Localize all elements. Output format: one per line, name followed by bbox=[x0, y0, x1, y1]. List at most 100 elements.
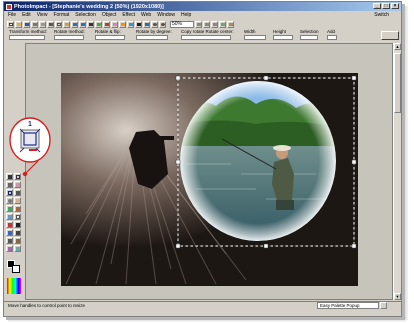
crop-tool-icon[interactable] bbox=[14, 189, 21, 196]
print-icon[interactable] bbox=[31, 20, 38, 28]
transform-tool-icon[interactable] bbox=[6, 189, 13, 196]
cut-icon[interactable] bbox=[47, 20, 54, 28]
paint-tool-icon[interactable] bbox=[6, 205, 13, 212]
handle-bottom-right[interactable] bbox=[351, 243, 357, 249]
selection-select[interactable] bbox=[300, 35, 318, 40]
fit-icon[interactable] bbox=[195, 20, 202, 28]
vertical-scrollbar[interactable]: ▲ ▼ bbox=[393, 43, 401, 300]
save-icon[interactable] bbox=[23, 20, 30, 28]
height-input[interactable] bbox=[273, 35, 293, 40]
zoom-select[interactable]: 50% bbox=[170, 20, 194, 28]
handle-left[interactable] bbox=[175, 159, 181, 165]
rotate-icon[interactable] bbox=[103, 20, 110, 28]
shape-tool-icon[interactable] bbox=[6, 229, 13, 236]
open-folder-icon[interactable] bbox=[15, 20, 22, 28]
attribute-options-button[interactable] bbox=[381, 31, 399, 40]
stamp-tool-icon[interactable] bbox=[6, 245, 13, 252]
minimize-button[interactable]: _ bbox=[373, 3, 381, 9]
copy-rotate-label: Copy rotate Rotate center: bbox=[181, 29, 234, 34]
menu-help[interactable]: Help bbox=[181, 12, 191, 19]
transform-method-label: Transform method: bbox=[9, 29, 47, 34]
status-text: Move handles to control point to resize bbox=[8, 303, 86, 308]
resize-icon[interactable] bbox=[95, 20, 102, 28]
background-color-swatch[interactable] bbox=[12, 265, 20, 273]
eraser-tool-icon[interactable] bbox=[14, 213, 21, 220]
actual-size-icon[interactable] bbox=[203, 20, 210, 28]
switch-button[interactable]: Switch bbox=[374, 12, 389, 18]
handle-right[interactable] bbox=[351, 159, 357, 165]
undo-icon[interactable] bbox=[71, 20, 78, 28]
lasso-tool-icon[interactable] bbox=[6, 181, 13, 188]
eyedropper-tool-icon[interactable] bbox=[6, 237, 13, 244]
handle-top[interactable] bbox=[263, 75, 269, 81]
handle-top-left[interactable] bbox=[175, 75, 181, 81]
handle-bottom-left[interactable] bbox=[175, 243, 181, 249]
rotate-method-select[interactable] bbox=[54, 35, 84, 40]
redo-icon[interactable] bbox=[79, 20, 86, 28]
rotate-flip-buttons[interactable] bbox=[95, 35, 125, 40]
paste-icon[interactable] bbox=[63, 20, 70, 28]
maximize-button[interactable]: □ bbox=[382, 3, 390, 9]
easy-palette-field[interactable]: Easy Palette Popup bbox=[317, 302, 379, 309]
scroll-down-button[interactable]: ▼ bbox=[394, 293, 401, 300]
magic-wand-tool-icon[interactable] bbox=[14, 181, 21, 188]
retouch-tool-icon[interactable] bbox=[6, 213, 13, 220]
menu-object[interactable]: Object bbox=[102, 12, 116, 19]
copy-icon[interactable] bbox=[55, 20, 62, 28]
3d-tool-icon[interactable] bbox=[14, 245, 21, 252]
web-icon[interactable] bbox=[143, 20, 150, 28]
line-tool-icon[interactable] bbox=[14, 229, 21, 236]
scroll-up-button[interactable]: ▲ bbox=[394, 43, 401, 50]
menu-effect[interactable]: Effect bbox=[122, 12, 135, 19]
enhance-icon[interactable] bbox=[111, 20, 118, 28]
tool-panel bbox=[5, 172, 24, 300]
menu-format[interactable]: Format bbox=[53, 12, 69, 19]
new-file-icon[interactable] bbox=[7, 20, 14, 28]
preview-icon[interactable] bbox=[219, 20, 226, 28]
full-screen-icon[interactable] bbox=[211, 20, 218, 28]
menu-window[interactable]: Window bbox=[157, 12, 175, 19]
color-bar[interactable] bbox=[7, 278, 21, 294]
close-button[interactable]: × bbox=[391, 3, 399, 9]
menu-selection[interactable]: Selection bbox=[75, 12, 96, 19]
color-icon[interactable] bbox=[119, 20, 126, 28]
title-bar: PhotoImpact - [Stephanie's wedding 2 (50… bbox=[4, 2, 401, 11]
text-icon[interactable] bbox=[135, 20, 142, 28]
text-tool-icon[interactable] bbox=[14, 221, 21, 228]
crop-icon[interactable] bbox=[87, 20, 94, 28]
effect-icon[interactable] bbox=[127, 20, 134, 28]
menu-view[interactable]: View bbox=[37, 12, 48, 19]
callout-pointer-dot bbox=[22, 171, 28, 177]
add-button[interactable] bbox=[327, 35, 337, 40]
menu-web[interactable]: Web bbox=[141, 12, 151, 19]
fill-tool-icon[interactable] bbox=[6, 221, 13, 228]
rotate-degree-label: Rotate by degree: bbox=[136, 29, 172, 34]
scroll-thumb[interactable] bbox=[394, 53, 401, 113]
workspace bbox=[25, 43, 393, 300]
clone-tool-icon[interactable] bbox=[14, 205, 21, 212]
rotate-degree-input[interactable] bbox=[136, 35, 168, 40]
zoom-in-icon[interactable] bbox=[151, 20, 158, 28]
hand-tool-icon[interactable] bbox=[14, 197, 21, 204]
layer-manager-icon[interactable] bbox=[227, 20, 234, 28]
document-canvas[interactable] bbox=[26, 44, 392, 299]
silhouette-hat bbox=[160, 136, 174, 140]
callout-annotation: 1 bbox=[9, 117, 51, 177]
handle-bottom[interactable] bbox=[263, 243, 269, 249]
rotate-center-input[interactable] bbox=[181, 35, 231, 40]
app-window: PhotoImpact - [Stephanie's wedding 2 (50… bbox=[3, 1, 402, 317]
path-tool-icon[interactable] bbox=[14, 237, 21, 244]
scan-icon[interactable] bbox=[39, 20, 46, 28]
menu-file[interactable]: File bbox=[8, 12, 16, 19]
zoom-tool-icon[interactable] bbox=[6, 197, 13, 204]
handle-top-right[interactable] bbox=[351, 75, 357, 81]
app-logo-icon bbox=[6, 3, 12, 10]
rotate-method-label: Rotate method: bbox=[54, 29, 85, 34]
menu-edit[interactable]: Edit bbox=[22, 12, 31, 19]
window-shadow-right bbox=[402, 6, 408, 320]
transform-method-select[interactable] bbox=[9, 35, 45, 40]
width-input[interactable] bbox=[244, 35, 266, 40]
zoom-out-icon[interactable] bbox=[159, 20, 166, 28]
easy-palette-dropdown[interactable] bbox=[380, 302, 387, 309]
callout-pointer-line bbox=[24, 160, 39, 175]
